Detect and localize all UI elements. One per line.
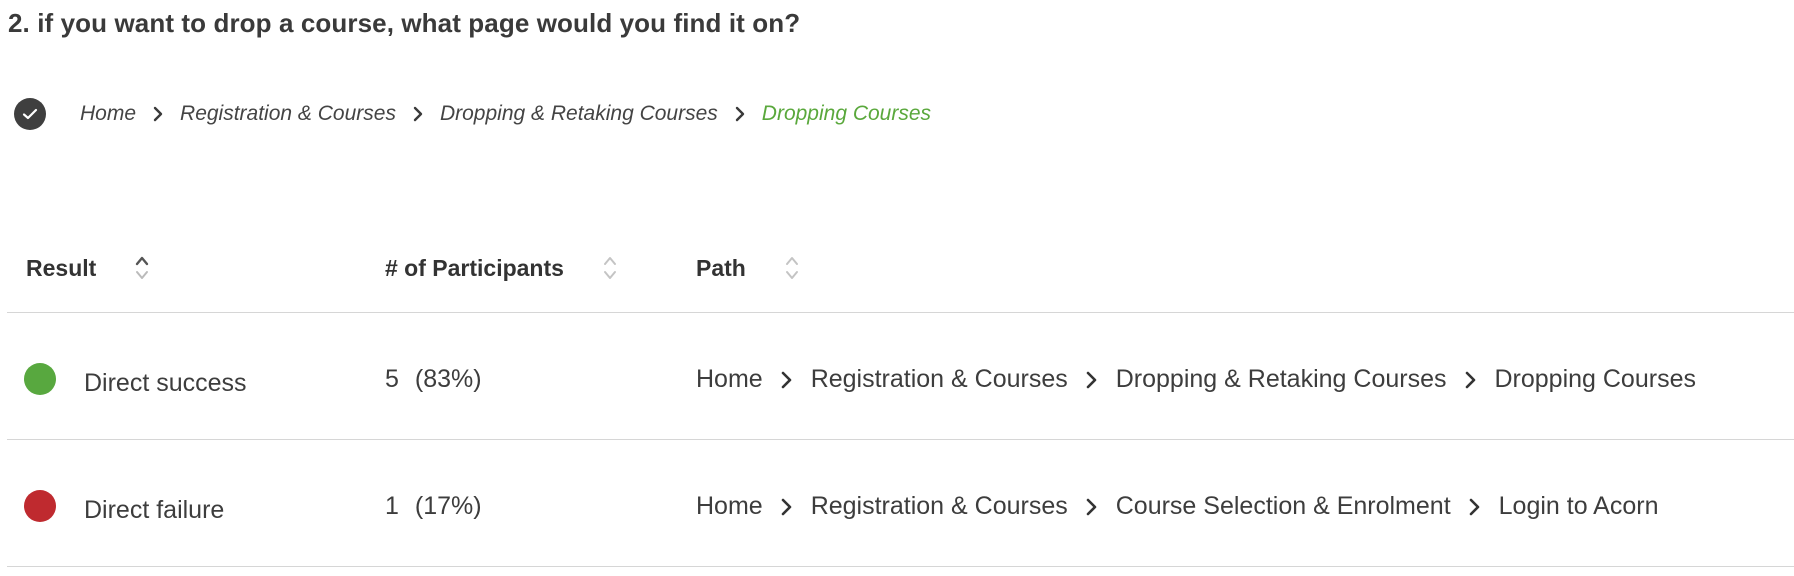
column-label: # of Participants (385, 254, 564, 281)
result-label: Direct success (84, 369, 247, 397)
column-header-result[interactable]: Result (26, 254, 150, 282)
path-crumb: Dropping Courses (1494, 365, 1696, 393)
chevron-right-icon (1068, 371, 1116, 389)
participant-count: 1 (17%) (385, 492, 482, 521)
count-percent: (83%) (414, 365, 482, 393)
correct-crumb-home: Home (80, 102, 137, 125)
chevron-right-icon (718, 106, 762, 122)
path-crumb: Course Selection & Enrolment (1115, 492, 1451, 520)
participant-count: 5 (83%) (385, 365, 482, 394)
sort-icon[interactable] (134, 254, 150, 282)
row-path: Home Registration & Courses Dropping & R… (696, 365, 1696, 394)
column-label: Path (696, 254, 746, 281)
path-crumb: Registration & Courses (810, 365, 1068, 393)
path-crumb: Dropping & Retaking Courses (1115, 365, 1447, 393)
path-crumb: Registration & Courses (810, 492, 1068, 520)
table-header: Result # of Participants Path (7, 232, 1794, 313)
count-percent: (17%) (414, 492, 482, 520)
row-path: Home Registration & Courses Course Selec… (696, 492, 1658, 521)
count-value: 5 (385, 365, 399, 393)
chevron-right-icon (396, 106, 440, 122)
correct-crumb-dropping-retaking: Dropping & Retaking Courses (439, 102, 718, 125)
chevron-right-icon (136, 106, 180, 122)
chevron-right-icon (1446, 371, 1494, 389)
chevron-right-icon (1068, 498, 1116, 516)
failure-status-dot (24, 490, 56, 522)
column-header-participants[interactable]: # of Participants (385, 254, 618, 282)
column-label: Result (26, 254, 97, 281)
question-title: 2. if you want to drop a course, what pa… (8, 8, 801, 38)
path-crumb: Login to Acorn (1498, 492, 1659, 520)
table-row[interactable]: Direct failure 1 (17%) Home Registration … (7, 440, 1794, 567)
success-status-dot (24, 363, 56, 395)
path-crumb: Home (696, 365, 763, 393)
column-header-path[interactable]: Path (696, 254, 800, 282)
correct-path: Home Registration & Courses Dropping & R… (14, 98, 931, 130)
count-value: 1 (385, 492, 399, 520)
check-circle-icon (14, 98, 46, 130)
correct-crumb-registration: Registration & Courses (180, 102, 396, 125)
table-row[interactable]: Direct success 5 (83%) Home Registration … (7, 313, 1794, 440)
chevron-right-icon (1451, 498, 1499, 516)
result-label: Direct failure (84, 496, 225, 524)
correct-crumb-destination: Dropping Courses (761, 102, 932, 125)
chevron-right-icon (763, 498, 811, 516)
chevron-right-icon (763, 371, 811, 389)
path-crumb: Home (696, 492, 763, 520)
sort-icon[interactable] (602, 254, 618, 282)
sort-icon[interactable] (784, 254, 800, 282)
